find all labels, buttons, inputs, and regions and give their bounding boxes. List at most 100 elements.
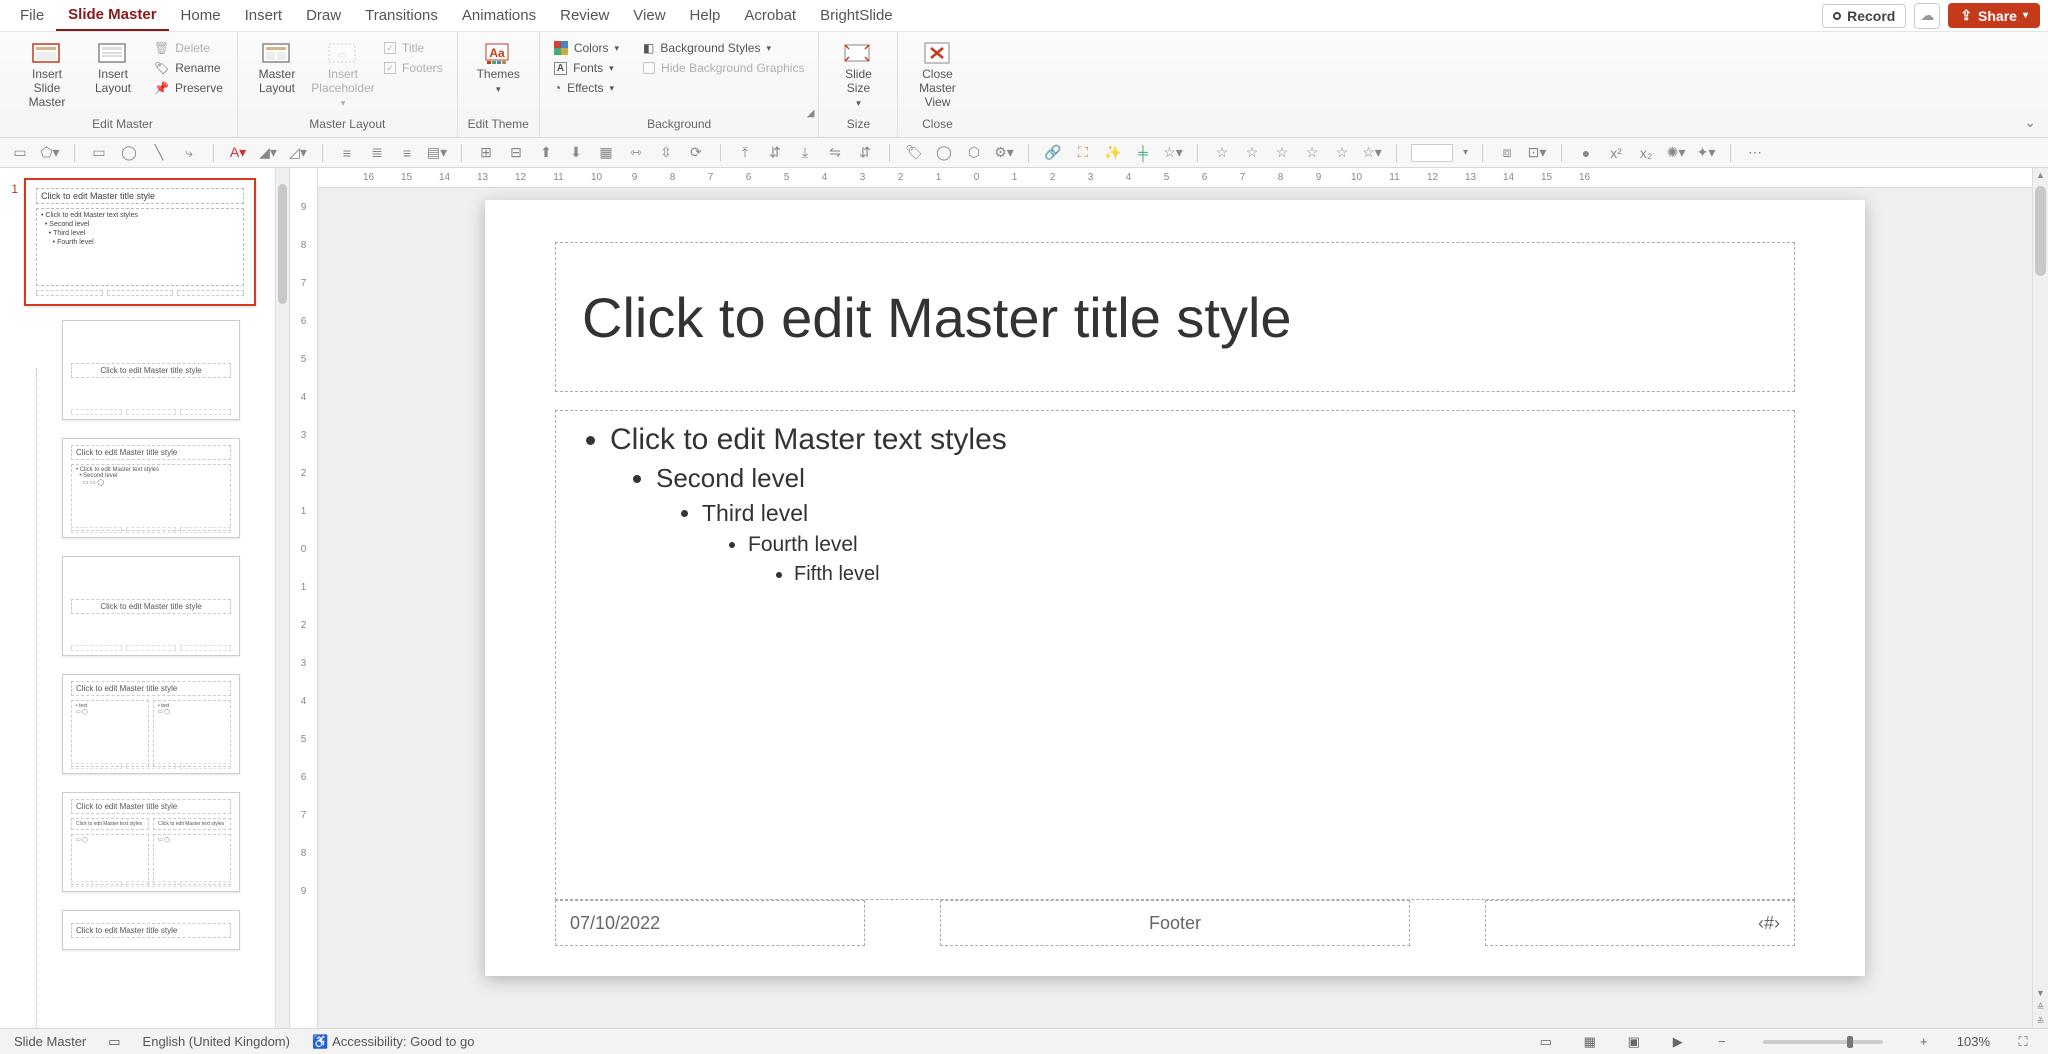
master-layout-button[interactable]: Master Layout [248, 36, 306, 100]
zoom-slider[interactable] [1763, 1040, 1883, 1044]
guides-icon[interactable]: ╪ [1133, 143, 1153, 163]
snap-icon[interactable]: ⊡▾ [1527, 143, 1547, 163]
master-thumbnail[interactable]: Click to edit Master title style • Click… [24, 178, 256, 306]
align-middle-icon[interactable]: ⇵ [765, 143, 785, 163]
normal-view-icon[interactable]: ▭ [1535, 1033, 1557, 1051]
star7-icon[interactable]: ☆▾ [1362, 143, 1382, 163]
rename-button[interactable]: 🏷 Rename [150, 60, 227, 76]
next-slide-icon[interactable]: ≚ [2033, 1014, 2048, 1028]
ribbon-collapse-button[interactable]: ⌄ [2024, 114, 2036, 131]
group-icon[interactable]: ⊞ [476, 143, 496, 163]
status-language[interactable]: English (United Kingdom) [143, 1034, 290, 1049]
layout-thumbnail-1[interactable]: Click to edit Master title style [62, 320, 240, 420]
star2-icon[interactable]: ☆ [1212, 143, 1232, 163]
crop-icon[interactable]: ⛶ [1073, 143, 1093, 163]
link-icon[interactable]: 🔗 [1043, 143, 1063, 163]
align-bottom-icon[interactable]: ⤓ [795, 143, 815, 163]
ungroup-icon[interactable]: ⊟ [506, 143, 526, 163]
connector-icon[interactable]: ⤷ [179, 143, 199, 163]
effects-button[interactable]: ◔ Effects ▾ [550, 80, 623, 96]
accessibility-status[interactable]: ♿ Accessibility: Good to go [312, 1034, 475, 1050]
superscript-icon[interactable]: x² [1606, 143, 1626, 163]
sparkle-icon[interactable]: ✦▾ [1696, 143, 1716, 163]
align-center-icon[interactable]: ≣ [367, 143, 387, 163]
prev-slide-icon[interactable]: ≙ [2033, 1000, 2048, 1014]
font-color-icon[interactable]: A▾ [228, 143, 248, 163]
flip-v-icon[interactable]: ⇵ [855, 143, 875, 163]
hexagon-icon[interactable]: ⬡ [964, 143, 984, 163]
oval-icon[interactable]: ◯ [119, 143, 139, 163]
star4-icon[interactable]: ☆ [1272, 143, 1292, 163]
tag-icon[interactable]: 🏷 [904, 143, 924, 163]
background-dialog-launcher[interactable]: ◢ [807, 108, 815, 119]
layout-thumbnail-5[interactable]: Click to edit Master title style Click t… [62, 792, 240, 892]
scroll-up-icon[interactable]: ▲ [2033, 168, 2048, 182]
colors-button[interactable]: Colors ▾ [550, 40, 623, 56]
subscript-icon[interactable]: x₂ [1636, 143, 1656, 163]
magic-icon[interactable]: ✨ [1103, 143, 1123, 163]
layout-thumbnail-6[interactable]: Click to edit Master title style [62, 910, 240, 950]
preserve-button[interactable]: 📌 Preserve [150, 80, 227, 96]
notes-icon[interactable]: ▭ [108, 1034, 120, 1050]
insert-layout-button[interactable]: Insert Layout [84, 36, 142, 100]
footer-placeholder[interactable]: Footer [940, 900, 1410, 946]
align-top-icon[interactable]: ⤒ [735, 143, 755, 163]
align-right-icon[interactable]: ≡ [397, 143, 417, 163]
body-placeholder[interactable]: Click to edit Master text styles Second … [555, 410, 1795, 900]
vertical-scrollbar[interactable]: ▲ ▼ ≙ ≚ [2032, 168, 2048, 1028]
circle-icon[interactable]: ◯ [934, 143, 954, 163]
slidenum-placeholder[interactable]: ‹#› [1485, 900, 1795, 946]
title-placeholder[interactable]: Click to edit Master title style [555, 242, 1795, 392]
rotate-icon[interactable]: ⟳ [686, 143, 706, 163]
zoom-knob[interactable] [1847, 1036, 1853, 1048]
star5-icon[interactable]: ☆ [1302, 143, 1322, 163]
zoom-in-button[interactable]: + [1913, 1033, 1935, 1051]
distribute-v-icon[interactable]: ⇳ [656, 143, 676, 163]
slide-size-button[interactable]: Slide Size ▾ [829, 36, 887, 112]
rectangle-icon[interactable]: ▭ [89, 143, 109, 163]
ruler-icon[interactable]: ⧈ [1497, 143, 1517, 163]
shapes-icon[interactable]: ⬠▾ [40, 143, 60, 163]
slide-canvas[interactable]: Click to edit Master title style Click t… [318, 188, 2032, 1028]
thumbnail-scrollbar[interactable] [275, 168, 289, 1028]
highlight-icon[interactable]: ✺▾ [1666, 143, 1686, 163]
send-backward-icon[interactable]: ⬇ [566, 143, 586, 163]
color-swatch[interactable] [1411, 144, 1453, 162]
reading-view-icon[interactable]: ▣ [1623, 1033, 1645, 1051]
zoom-out-button[interactable]: − [1711, 1033, 1733, 1051]
star6-icon[interactable]: ☆ [1332, 143, 1352, 163]
align-menu-icon[interactable]: ▤▾ [427, 143, 447, 163]
date-placeholder[interactable]: 07/10/2022 [555, 900, 865, 946]
tab-home[interactable]: Home [169, 1, 233, 30]
tab-brightslide[interactable]: BrightSlide [808, 1, 905, 30]
slideshow-view-icon[interactable]: ▶ [1667, 1033, 1689, 1051]
distribute-h-icon[interactable]: ⇿ [626, 143, 646, 163]
tab-transitions[interactable]: Transitions [353, 1, 450, 30]
tab-file[interactable]: File [8, 1, 56, 30]
fit-to-window-button[interactable]: ⛶ [2012, 1033, 2034, 1051]
textbox-icon[interactable]: ▭ [10, 143, 30, 163]
record-icon[interactable]: ● [1576, 143, 1596, 163]
present-online-button[interactable]: ☁ [1914, 3, 1940, 29]
themes-button[interactable]: Aa Themes ▾ [469, 36, 527, 98]
tab-view[interactable]: View [621, 1, 677, 30]
layout-thumbnail-2[interactable]: Click to edit Master title style • Click… [62, 438, 240, 538]
bring-forward-icon[interactable]: ⬆ [536, 143, 556, 163]
record-button[interactable]: Record [1822, 4, 1906, 28]
tab-review[interactable]: Review [548, 1, 621, 30]
fill-color-icon[interactable]: ◢▾ [258, 143, 278, 163]
layout-thumbnail-4[interactable]: Click to edit Master title style • text▭… [62, 674, 240, 774]
share-button[interactable]: ⇪ Share ▾ [1948, 3, 2040, 28]
gear-icon[interactable]: ⚙▾ [994, 143, 1014, 163]
zoom-value[interactable]: 103% [1957, 1034, 1990, 1049]
star1-icon[interactable]: ☆▾ [1163, 143, 1183, 163]
close-master-view-button[interactable]: Close Master View [908, 36, 966, 113]
align-objects-icon[interactable]: ▦ [596, 143, 616, 163]
align-left-icon[interactable]: ≡ [337, 143, 357, 163]
outline-icon[interactable]: ◿▾ [288, 143, 308, 163]
slide[interactable]: Click to edit Master title style Click t… [485, 200, 1865, 976]
tab-help[interactable]: Help [678, 1, 733, 30]
tab-acrobat[interactable]: Acrobat [732, 1, 808, 30]
tab-slide-master[interactable]: Slide Master [56, 0, 168, 31]
scrollbar-handle[interactable] [278, 184, 287, 304]
